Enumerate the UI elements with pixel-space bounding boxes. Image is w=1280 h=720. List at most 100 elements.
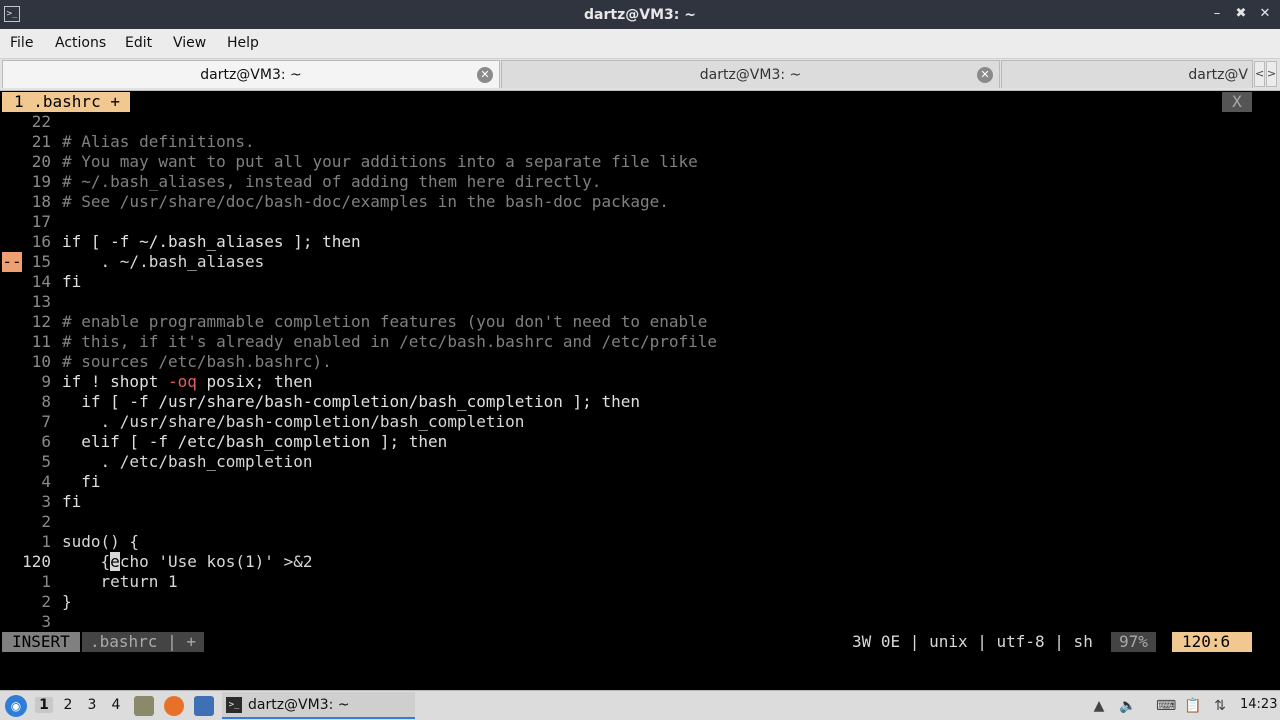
code-line[interactable]: 22 [0, 112, 1280, 132]
code-line[interactable]: 9 if ! shopt -oq posix; then [0, 372, 1280, 392]
tab-2-label: dartz@VM3: ~ [699, 67, 802, 83]
text-cursor: e [110, 552, 120, 571]
keyboard-icon[interactable]: ⌨ [1156, 697, 1176, 715]
vim-buffer-close[interactable]: X [1222, 92, 1252, 112]
line-number: 15 [31, 252, 51, 271]
code-line[interactable]: 14 fi [0, 272, 1280, 292]
workspace-4[interactable]: 4 [107, 697, 125, 713]
workspace-2[interactable]: 2 [59, 697, 77, 713]
workspace-3[interactable]: 3 [83, 697, 101, 713]
vim-buffer-line: 1 .bashrc + X [0, 92, 1280, 112]
line-number: 7 [41, 412, 51, 431]
code-line[interactable]: 21 # Alias definitions. [0, 132, 1280, 152]
tab-close-icon[interactable]: ✕ [977, 67, 993, 83]
line-number: 9 [41, 372, 51, 391]
line-number: 5 [41, 452, 51, 471]
terminal-icon: >_ [226, 697, 242, 713]
code-text: fi [62, 472, 101, 491]
code-line[interactable]: 2} [0, 592, 1280, 612]
code-line[interactable]: 6 elif [ -f /etc/bash_completion ]; then [0, 432, 1280, 452]
menu-help[interactable]: Help [227, 35, 259, 51]
line-number: 21 [31, 132, 51, 151]
line-number: 2 [41, 592, 51, 611]
window-title: dartz@VM3: ~ [584, 7, 696, 23]
code-text: # sources /etc/bash.bashrc). [62, 352, 332, 371]
tab-scroll-left-icon[interactable]: < [1254, 61, 1265, 87]
code-text: fi [62, 272, 82, 291]
code-line[interactable]: 7 . /usr/share/bash-completion/bash_comp… [0, 412, 1280, 432]
tray-expand-icon[interactable]: ▲ [1090, 697, 1108, 715]
line-number: 12 [31, 312, 51, 331]
code-text: # ~/.bash_aliases, instead of adding the… [62, 172, 602, 191]
code-text: elif [ -f /etc/bash_completion ]; then [62, 432, 448, 451]
code-text: return 1 [62, 572, 178, 591]
code-line[interactable]: 4 fi [0, 472, 1280, 492]
line-number: 3 [41, 612, 51, 631]
code-line[interactable]: 17 [0, 212, 1280, 232]
code-line[interactable]: 13 [0, 292, 1280, 312]
tab-3[interactable]: dartz@V [1001, 60, 1253, 88]
code-text: # this, if it's already enabled in /etc/… [62, 332, 718, 351]
maximize-button[interactable]: ✖ [1234, 5, 1248, 23]
minimize-button[interactable]: – [1210, 5, 1224, 23]
code-text: # You may want to put all your additions… [62, 152, 698, 171]
line-number: 10 [31, 352, 51, 371]
code-text-before-cursor: { [62, 552, 111, 571]
line-number: 3 [41, 492, 51, 511]
code-line[interactable]: 12 # enable programmable completion featu… [0, 312, 1280, 332]
code-line[interactable]: 3 [0, 612, 1280, 632]
line-number: 14 [31, 272, 51, 291]
code-line[interactable]: 19 # ~/.bash_aliases, instead of adding t… [0, 172, 1280, 192]
code-text: sudo() { [62, 532, 140, 551]
code-line[interactable]: -- 15 . ~/.bash_aliases [0, 252, 1280, 272]
volume-icon[interactable]: 🔈 [1119, 697, 1137, 715]
line-number: 120 [22, 552, 51, 571]
taskbar-task-terminal[interactable]: >_ dartz@VM3: ~ [222, 692, 415, 719]
start-menu-icon[interactable]: ◉ [5, 695, 27, 717]
menu-bar: File Actions Edit View Help [0, 29, 1280, 59]
code-text: # enable programmable completion feature… [62, 312, 708, 331]
code-line[interactable]: 8 if [ -f /usr/share/bash-completion/bas… [0, 392, 1280, 412]
clipboard-icon[interactable]: 📋 [1184, 697, 1202, 715]
code-text: . /etc/bash_completion [62, 452, 313, 471]
line-number: 1 [41, 532, 51, 551]
tab-1[interactable]: dartz@VM3: ~ ✕ [2, 60, 500, 88]
code-line[interactable]: 1 sudo() { [0, 532, 1280, 552]
menu-file[interactable]: File [10, 35, 33, 51]
code-text: if [ -f ~/.bash_aliases ]; then [62, 232, 361, 251]
taskbar-task-label: dartz@VM3: ~ [248, 697, 350, 713]
menu-actions[interactable]: Actions [55, 35, 106, 51]
code-line[interactable]: 11 # this, if it's already enabled in /et… [0, 332, 1280, 352]
tab-1-label: dartz@VM3: ~ [200, 67, 302, 83]
show-desktop-icon[interactable] [194, 696, 214, 716]
code-line[interactable]: 2 [0, 512, 1280, 532]
code-line[interactable]: 5 . /etc/bash_completion [0, 452, 1280, 472]
line-number: 19 [31, 172, 51, 191]
line-number: 13 [31, 292, 51, 311]
line-number: 1 [41, 572, 51, 591]
code-line[interactable]: 1 return 1 [0, 572, 1280, 592]
vim-status-file: .bashrc | + [82, 632, 204, 652]
firefox-icon[interactable] [164, 696, 184, 716]
menu-edit[interactable]: Edit [125, 35, 152, 51]
code-line[interactable]: 18 # See /usr/share/doc/bash-doc/examples… [0, 192, 1280, 212]
workspace-1[interactable]: 1 [35, 697, 53, 713]
menu-view[interactable]: View [173, 35, 206, 51]
line-number: 22 [31, 112, 51, 131]
code-text-after-cursor: cho 'Use kos(1)' >&2 [119, 552, 313, 571]
vim-buffer-tab[interactable]: 1 .bashrc + [2, 92, 130, 112]
close-button[interactable]: ✕ [1258, 5, 1272, 23]
code-line-current[interactable]: 120 {echo 'Use kos(1)' >&2 [0, 552, 1280, 572]
code-text: } [62, 592, 72, 611]
code-line[interactable]: 10 # sources /etc/bash.bashrc). [0, 352, 1280, 372]
tab-2[interactable]: dartz@VM3: ~ ✕ [501, 60, 1000, 88]
terminal-area[interactable]: 1 .bashrc + X 22 21 # Alias definitions. 20… [0, 91, 1280, 686]
code-line[interactable]: 3 fi [0, 492, 1280, 512]
code-line[interactable]: 20 # You may want to put all your additio… [0, 152, 1280, 172]
tab-close-icon[interactable]: ✕ [477, 67, 493, 83]
network-icon[interactable]: ⇅ [1211, 697, 1229, 715]
clock: 14:23 [1240, 697, 1278, 712]
tab-scroll-right-icon[interactable]: > [1266, 61, 1277, 87]
code-line[interactable]: 16 if [ -f ~/.bash_aliases ]; then [0, 232, 1280, 252]
file-manager-icon[interactable] [134, 696, 154, 716]
